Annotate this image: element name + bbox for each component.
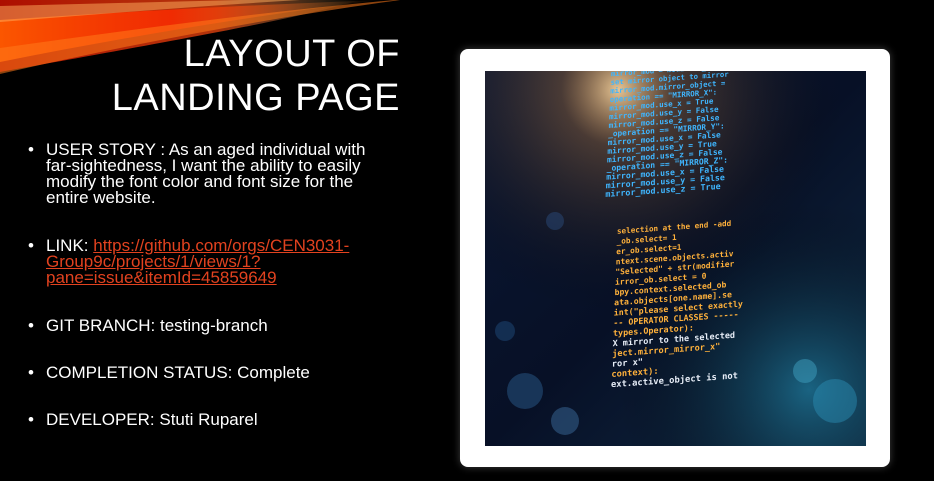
code-lines-blue: mirror_mod = modifier_ob.set mirror obje… <box>605 71 729 199</box>
github-link-line-3[interactable]: pane=issue&itemId=45859649 <box>46 268 277 287</box>
code-screen-photo: mirror_mod = modifier_ob.set mirror obje… <box>485 71 866 446</box>
user-story-line-4: entire website. <box>46 188 156 207</box>
bullet-list: • USER STORY : As an aged individual wit… <box>28 140 393 429</box>
bullet-dot: • <box>28 363 34 382</box>
bullet-git-branch: • GIT BRANCH: testing-branch <box>28 316 393 335</box>
bullet-link: • LINK: https://github.com/orgs/CEN3031-… <box>28 236 393 287</box>
bullet-dot: • <box>28 316 34 335</box>
photo-frame: mirror_mod = modifier_ob.set mirror obje… <box>460 49 890 467</box>
bullet-dot: • <box>28 236 34 255</box>
git-branch-text: GIT BRANCH: testing-branch <box>46 316 268 335</box>
bullet-user-story: • USER STORY : As an aged individual wit… <box>28 140 393 207</box>
code-screen-image: mirror_mod = modifier_ob.set mirror obje… <box>485 71 866 446</box>
bullet-dot: • <box>28 140 34 159</box>
slide-title-line-1: LAYOUT OF <box>183 33 400 75</box>
bullet-dot: • <box>28 410 34 429</box>
slide: LAYOUT OF LANDING PAGE • USER STORY : As… <box>0 0 934 481</box>
developer-text: DEVELOPER: Stuti Ruparel <box>46 410 258 429</box>
slide-title: LAYOUT OF LANDING PAGE <box>60 32 400 120</box>
bullet-developer: • DEVELOPER: Stuti Ruparel <box>28 410 393 429</box>
bullet-completion-status: • COMPLETION STATUS: Complete <box>28 363 393 382</box>
completion-status-text: COMPLETION STATUS: Complete <box>46 363 310 382</box>
slide-title-line-2: LANDING PAGE <box>111 77 400 119</box>
